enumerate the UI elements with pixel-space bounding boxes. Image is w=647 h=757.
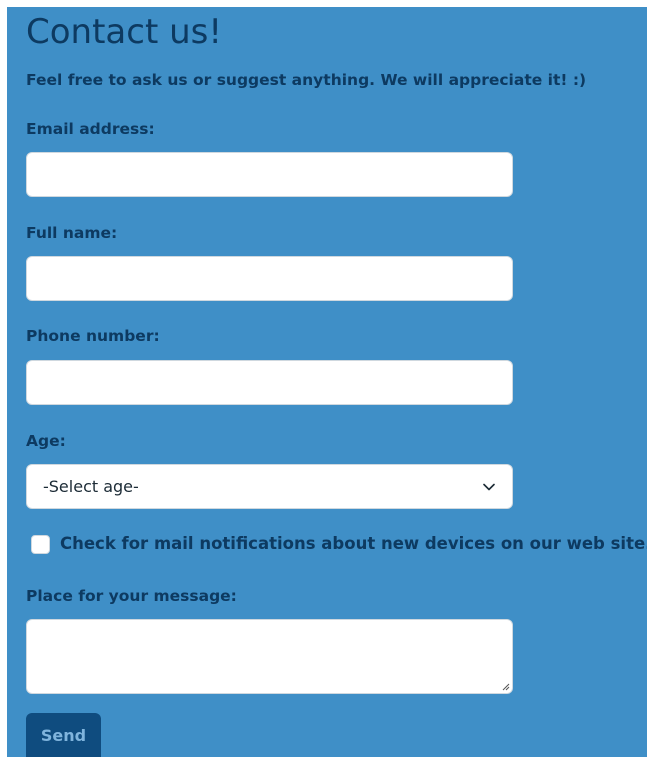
age-select-value: -Select age- — [43, 477, 139, 496]
notifications-row: Check for mail notifications about new d… — [31, 532, 647, 556]
contact-form: Contact us! Feel free to ask us or sugge… — [7, 7, 647, 757]
message-label: Place for your message: — [26, 587, 237, 605]
phone-label: Phone number: — [26, 327, 160, 345]
full-name-label: Full name: — [26, 224, 118, 242]
full-name-field[interactable] — [26, 256, 513, 301]
send-button[interactable]: Send — [26, 713, 101, 757]
page-title: Contact us! — [26, 12, 222, 52]
age-label: Age: — [26, 432, 66, 450]
chevron-down-icon — [482, 480, 496, 494]
age-select[interactable]: -Select age- — [26, 464, 513, 509]
email-label: Email address: — [26, 120, 155, 138]
resize-grip-icon[interactable] — [501, 682, 510, 691]
phone-field[interactable] — [26, 360, 513, 405]
email-field[interactable] — [26, 152, 513, 197]
message-textarea[interactable] — [26, 619, 513, 694]
notifications-label: Check for mail notifications about new d… — [60, 534, 647, 553]
notifications-checkbox[interactable] — [31, 534, 50, 554]
form-subtitle: Feel free to ask us or suggest anything.… — [26, 71, 587, 89]
